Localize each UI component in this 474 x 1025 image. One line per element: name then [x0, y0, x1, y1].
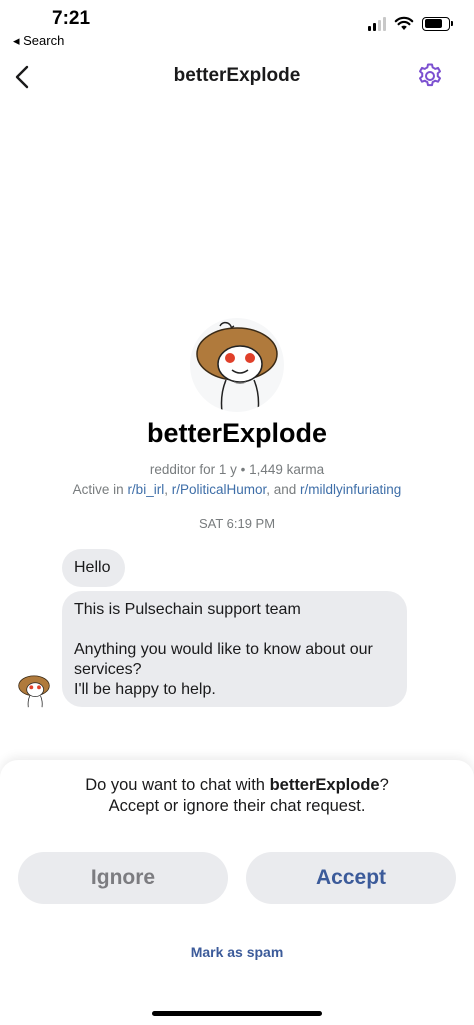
chat-request-prompt: Do you want to chat with betterExplode? …: [0, 775, 474, 817]
signal-icon: [368, 16, 386, 31]
chat-title: betterExplode: [173, 65, 301, 86]
gear-icon[interactable]: [416, 62, 444, 90]
message-text: Hello: [74, 559, 111, 576]
status-time: 7:21: [52, 8, 91, 29]
message-blank-line: [74, 620, 395, 640]
community-link-politicalhumor[interactable]: r/PoliticalHumor: [172, 482, 267, 497]
message-line: services?: [74, 661, 142, 678]
message-bubble: Hello: [62, 549, 125, 587]
message-timestamp: SAT 6:19 PM: [198, 516, 276, 531]
community-link-bi-irl[interactable]: r/bi_irl: [127, 482, 164, 497]
ignore-button[interactable]: Ignore: [18, 852, 228, 904]
prompt-line-1: Do you want to chat with betterExplode?: [85, 776, 389, 794]
battery-icon: [422, 16, 453, 31]
community-separator: , and: [266, 482, 301, 497]
profile-meta: redditor for 1 y • 1,449 karma: [149, 462, 325, 477]
home-indicator[interactable]: [152, 1011, 322, 1016]
accept-button[interactable]: Accept: [246, 852, 456, 904]
message-line: This is Pulsechain support team: [74, 601, 301, 618]
community-link-mildlyinfuriating[interactable]: r/mildlyinfuriating: [300, 482, 401, 497]
prompt-line-2: Accept or ignore their chat request.: [108, 797, 366, 815]
profile-name: betterExplode: [146, 418, 328, 448]
community-separator: ,: [164, 482, 172, 497]
mark-as-spam-button[interactable]: Mark as spam: [0, 944, 474, 960]
message-bubble: This is Pulsechain support team Anything…: [62, 591, 407, 707]
message-line: I'll be happy to help.: [74, 681, 216, 698]
back-to-search-link[interactable]: ◂ Search: [13, 33, 64, 49]
avatar[interactable]: [190, 318, 284, 412]
message-line: Anything you would like to know about ou…: [74, 641, 373, 658]
sender-avatar[interactable]: [16, 672, 52, 708]
status-icons: [368, 16, 453, 31]
snoo-avatar-icon: [196, 321, 278, 412]
battery-level: [424, 19, 442, 28]
active-prefix: Active in: [72, 482, 128, 497]
prompt-username: betterExplode: [269, 776, 380, 794]
wifi-icon: [394, 16, 414, 30]
active-communities: Active in r/bi_irl, r/PoliticalHumor, an…: [0, 482, 474, 497]
